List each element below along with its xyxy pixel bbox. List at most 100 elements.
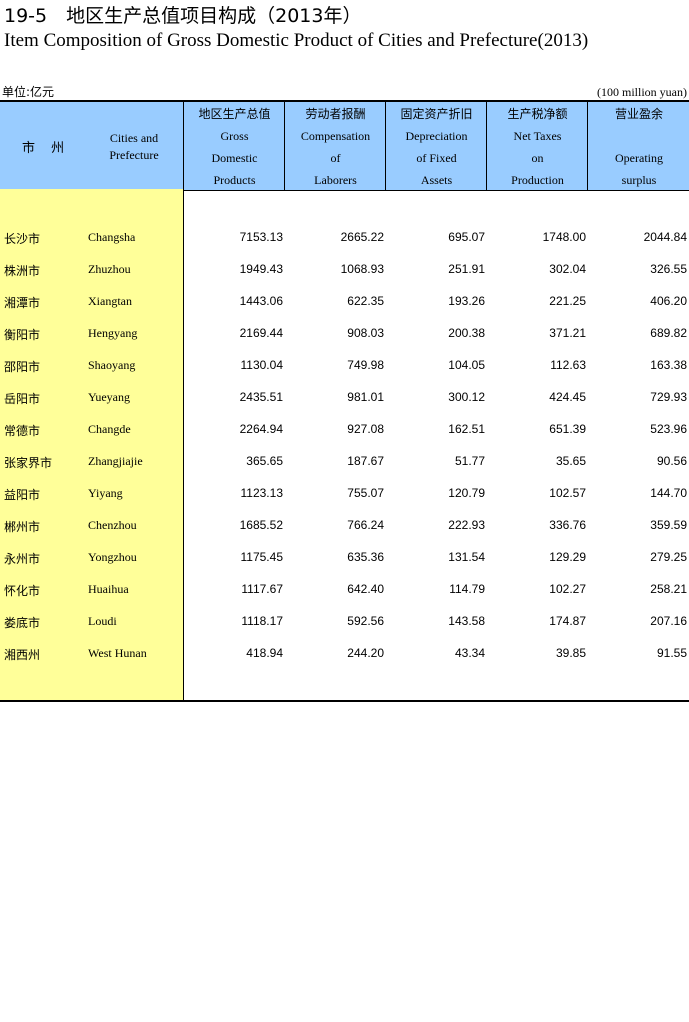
page-title-english: Item Composition of Gross Domestic Produ… [4,30,589,51]
city-name-english: Xiangtan [88,294,132,308]
table-cell-value: 35.65 [555,454,586,468]
table-cell-value: 39.85 [555,646,586,660]
table-cell-value: 1123.13 [240,486,284,500]
table-cell-value: 258.21 [650,582,687,596]
city-name-chinese: 娄底市 [4,616,41,630]
table-cell-value: 143.58 [448,614,485,628]
city-name-english: Yueyang [88,390,130,404]
table-cell-value: 766.24 [347,518,384,532]
table-cell-value: 695.07 [448,230,485,244]
table-row: 郴州市 Chenzhou 1685.52 766.24 222.93 336.76 359.… [0,510,689,542]
table-cell-value: 222.93 [448,518,485,532]
city-name-chinese: 株洲市 [4,264,41,278]
city-name-english: Yongzhou [88,550,137,564]
table-row: 长沙市 Changsha 7153.13 2665.22 695.07 1748.00 20… [0,222,689,254]
table-cell-value: 981.01 [347,390,384,404]
table-cell-value: 1130.04 [240,358,284,372]
table-cell-value: 302.04 [549,262,586,276]
table-cell-value: 2435.51 [239,390,283,404]
table-cell-value: 129.29 [549,550,586,564]
city-name-english: Huaihua [88,582,129,596]
table-cell-value: 336.76 [549,518,586,532]
city-name-english: West Hunan [88,646,147,660]
header-column-english: on [531,151,544,165]
header-column-chinese: 劳动者报酬 [305,107,366,121]
table-row: 衡阳市 Hengyang 2169.44 908.03 200.38 371.21 689.… [0,318,689,350]
table-cell-value: 193.26 [448,294,485,308]
city-name-chinese: 长沙市 [4,232,41,246]
table-cell-value: 221.25 [549,294,586,308]
table-cell-value: 91.55 [656,646,687,660]
table-cell-value: 908.03 [347,326,384,340]
header-city-chinese: 市 州 [22,141,71,156]
table-cell-value: 2044.84 [643,230,687,244]
city-name-chinese: 永州市 [4,552,41,566]
table-cell-value: 163.38 [650,358,687,372]
table-cell-value: 371.21 [549,326,586,340]
header-column-english: Compensation [300,129,371,143]
table-row: 常德市 Changde 2264.94 927.08 162.51 651.39 523.9… [0,414,689,446]
table-cell-value: 102.57 [549,486,586,500]
table-cell-value: 244.20 [347,646,384,660]
city-name-chinese: 湘西州 [4,648,41,662]
table-cell-value: 406.20 [650,294,687,308]
table-cell-value: 144.70 [650,486,687,500]
table-cell-value: 279.25 [650,550,687,564]
table-cell-value: 200.38 [448,326,485,340]
table-row: 娄底市 Loudi 1118.17 592.56 143.58 174.87 207.16 [0,606,689,638]
table-cell-value: 689.82 [650,326,687,340]
table-cell-value: 1685.52 [239,518,283,532]
page-title-chinese: 19-5 地区生产总值项目构成（2013年） [4,5,362,27]
table-row: 湘西州 West Hunan 418.94 244.20 43.34 39.85 91.55 [0,638,689,670]
table-cell-value: 622.35 [347,294,384,308]
table-cell-value: 112.63 [550,358,586,372]
table-cell-value: 1175.45 [240,550,284,564]
table-cell-value: 642.40 [347,582,384,596]
table-cell-value: 114.79 [449,582,485,596]
table-cell-value: 251.91 [448,262,485,276]
city-name-chinese: 张家界市 [4,456,53,470]
table-bottom-border [0,700,689,702]
city-name-chinese: 湘潭市 [4,296,41,310]
header-city-english-line: Cities and [109,131,159,145]
header-column: 地区生产总值 Gross Domestic Products [183,102,285,190]
unit-label-chinese: 单位:亿元 [2,85,55,99]
city-name-english: Hengyang [88,326,138,340]
header-column-chinese: 营业盈余 [614,107,663,121]
table-cell-value: 365.65 [246,454,283,468]
city-name-english: Loudi [88,614,117,628]
table-cell-value: 7153.13 [239,230,283,244]
city-name-chinese: 衡阳市 [4,328,41,342]
table-row: 张家界市 Zhangjiajie 365.65 187.67 51.77 35.65 90.… [0,446,689,478]
table-cell-value: 1118.17 [241,614,283,628]
header-column-english: Laborers [314,173,357,187]
table-cell-value: 300.12 [448,390,485,404]
table-row: 益阳市 Yiyang 1123.13 755.07 120.79 102.57 144.70 [0,478,689,510]
table-cell-value: 90.56 [656,454,687,468]
header-column-english: Gross [220,129,249,143]
header-column-english: Domestic [211,151,258,165]
table-cell-value: 1748.00 [542,230,586,244]
table-cell-value: 927.08 [347,422,384,436]
table-cell-value: 749.98 [347,358,384,372]
table-cell-value: 359.59 [650,518,687,532]
table-cell-value: 755.07 [347,486,384,500]
header-column-chinese: 固定资产折旧 [400,107,473,121]
table-cell-value: 102.27 [549,582,586,596]
table-cell-value: 131.54 [448,550,485,564]
header-column-english: of Fixed [416,151,457,165]
table-cell-value: 120.79 [448,486,485,500]
header-column-english: Depreciation [405,129,468,143]
city-name-chinese: 岳阳市 [4,392,41,406]
table-cell-value: 1117.67 [241,582,283,596]
header-column-chinese: 地区生产总值 [198,107,271,121]
city-name-english: Chenzhou [88,518,137,532]
header-city-english-line: Prefecture [109,148,159,162]
table-cell-value: 729.93 [650,390,687,404]
header-column-english: Net Taxes [513,129,562,143]
table-cell-value: 424.45 [549,390,586,404]
table-cell-value: 174.87 [549,614,586,628]
table-cell-value: 418.94 [246,646,283,660]
table-cell-value: 104.05 [448,358,485,372]
table-cell-value: 592.56 [347,614,384,628]
